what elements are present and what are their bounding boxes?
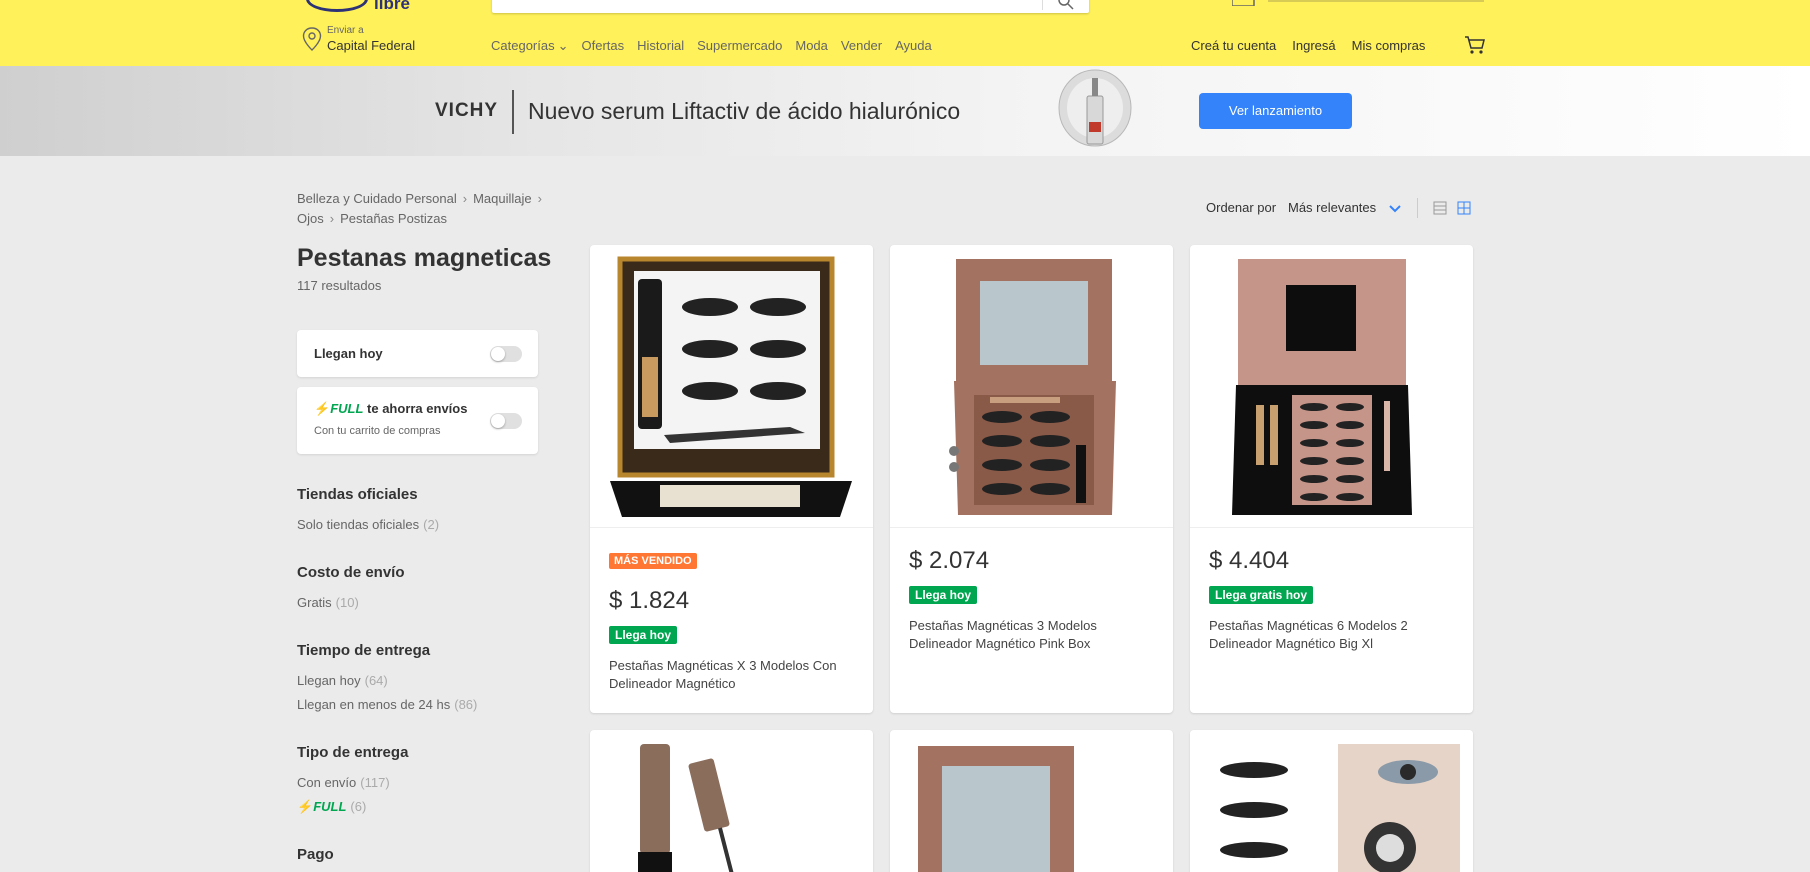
product-image[interactable] [590, 730, 873, 872]
product-price: $ 2.074 [909, 547, 990, 574]
lash-box-image [949, 259, 1116, 515]
breadcrumb-line-2: Ojos › Pestañas Postizas [297, 211, 447, 226]
product-image[interactable] [890, 245, 1173, 528]
product-price: $ 4.404 [1209, 547, 1290, 574]
product-image[interactable] [890, 730, 1173, 872]
nav-ayuda[interactable]: Ayuda [895, 38, 932, 53]
sort-label: Ordenar por [1206, 200, 1277, 215]
results-count: 117 resultados [297, 278, 382, 293]
filter-option[interactable]: Gratis (10) [297, 595, 359, 610]
list-view-icon[interactable] [1433, 201, 1447, 215]
chevron-down-icon[interactable]: ⌄ [558, 38, 569, 53]
serum-bottle-image [1058, 69, 1132, 147]
filter-option[interactable]: Llegan hoy (64) [297, 673, 388, 688]
location-label[interactable]: Enviar a [327, 25, 364, 36]
banner-brand: VICHY [435, 100, 499, 121]
nav-vender[interactable]: Vender [841, 38, 882, 53]
product-title[interactable]: Pestañas Magnéticas 3 Modelos Delineador… [909, 617, 1149, 653]
nav-categorias[interactable]: Categorías [491, 38, 555, 53]
page-title: Pestanas magneticas [297, 244, 552, 272]
search-icon[interactable] [1057, 0, 1075, 10]
filter-section-title: Tiendas oficiales [297, 486, 418, 503]
filter-section-title: Pago [297, 846, 334, 863]
lightning-icon: ⚡ [314, 401, 331, 416]
full-text: te ahorra envíos [367, 401, 468, 416]
filter-section-title: Tipo de entrega [297, 744, 409, 761]
nav-ofertas[interactable]: Ofertas [582, 38, 625, 53]
header-bar: libre Enviar a Capital Federal Categoría… [0, 0, 1810, 66]
product-card[interactable] [590, 730, 873, 872]
breadcrumb-item[interactable]: Ojos [297, 211, 324, 226]
filter-full[interactable]: ⚡FULL te ahorra envíos Con tu carrito de… [297, 387, 538, 454]
banner-text: Nuevo serum Liftactiv de ácido hialuróni… [528, 98, 961, 124]
search-divider [1042, 0, 1043, 10]
shipping-badge: Llega hoy [609, 626, 678, 644]
full-subtext: Con tu carrito de compras [314, 425, 441, 437]
promo-link-icon[interactable] [1232, 0, 1484, 6]
lash-box-image [610, 256, 852, 517]
chevron-right-icon: › [537, 191, 542, 206]
create-account-link[interactable]: Creá tu cuenta [1191, 38, 1276, 53]
product-card[interactable]: $ 2.074 Llega hoy Pestañas Magnéticas 3 … [890, 245, 1173, 713]
full-badge: FULL [330, 401, 364, 416]
breadcrumb-item[interactable]: Maquillaje [473, 191, 532, 206]
filter-section-title: Tiempo de entrega [297, 642, 431, 659]
product-title[interactable]: Pestañas Magnéticas 6 Modelos 2 Delinead… [1209, 617, 1449, 653]
logo-text[interactable]: libre [374, 0, 410, 14]
product-card[interactable] [1190, 730, 1473, 872]
chevron-right-icon: › [462, 191, 468, 206]
main-nav: Categorías ⌄ Ofertas Historial Supermercado M… [491, 38, 945, 54]
banner-divider [512, 90, 514, 134]
filter-option[interactable]: Llegan en menos de 24 hs (86) [297, 697, 477, 712]
filter-full-label: ⚡FULL te ahorra envíos [314, 401, 467, 417]
grid-view-icon[interactable] [1457, 201, 1471, 215]
shipping-badge: Llega hoy [909, 586, 978, 604]
breadcrumb: Belleza y Cuidado Personal › Maquillaje › [297, 191, 548, 206]
account-nav: Creá tu cuenta Ingresá Mis compras [1191, 38, 1441, 53]
breadcrumb-item[interactable]: Belleza y Cuidado Personal [297, 191, 457, 206]
view-divider [1417, 198, 1418, 218]
filter-option[interactable]: Con envío (117) [297, 775, 390, 790]
full-toggle[interactable] [490, 413, 522, 429]
product-image[interactable] [1190, 730, 1473, 872]
nav-moda[interactable]: Moda [795, 38, 828, 53]
cart-icon[interactable] [1464, 34, 1486, 56]
chevron-right-icon: › [329, 211, 335, 226]
lash-box-image [918, 746, 1074, 872]
arrive-today-toggle[interactable] [490, 346, 522, 362]
my-purchases-link[interactable]: Mis compras [1352, 38, 1426, 53]
product-price: $ 1.824 [609, 587, 690, 614]
product-image[interactable] [590, 245, 873, 528]
nav-historial[interactable]: Historial [637, 38, 684, 53]
breadcrumb-item[interactable]: Pestañas Postizas [340, 211, 447, 226]
mascara-image [638, 744, 734, 872]
product-image[interactable] [1190, 245, 1473, 528]
filter-section-title: Costo de envío [297, 564, 405, 581]
product-card[interactable]: $ 4.404 Llega gratis hoy Pestañas Magnét… [1190, 245, 1473, 713]
shipping-badge: Llega gratis hoy [1209, 586, 1314, 604]
banner-cta-button[interactable]: Ver lanzamiento [1199, 93, 1352, 129]
login-link[interactable]: Ingresá [1292, 38, 1335, 53]
location-pin-icon[interactable] [302, 27, 322, 51]
filter-option[interactable]: Solo tiendas oficiales (2) [297, 517, 439, 532]
logo-icon[interactable] [306, 0, 368, 12]
filter-arrive-today-label: Llegan hoy [314, 346, 383, 361]
sort-dropdown[interactable]: Más relevantes [1288, 200, 1376, 215]
product-card[interactable] [890, 730, 1173, 872]
lash-box-image [1232, 259, 1412, 515]
best-seller-badge: MÁS VENDIDO [609, 553, 697, 569]
filter-option[interactable]: ⚡FULL (6) [297, 799, 366, 815]
chevron-down-icon[interactable] [1388, 201, 1402, 215]
product-title[interactable]: Pestañas Magnéticas X 3 Modelos Con Deli… [609, 657, 849, 693]
product-card[interactable]: MÁS VENDIDO $ 1.824 Llega hoy Pestañas M… [590, 245, 873, 713]
lightning-icon: ⚡ [297, 799, 314, 814]
filter-arrive-today[interactable]: Llegan hoy [297, 330, 538, 377]
location-value[interactable]: Capital Federal [327, 38, 415, 53]
search-input[interactable] [492, 0, 1089, 13]
lashes-closeup-image [1190, 730, 1473, 872]
nav-supermercado[interactable]: Supermercado [697, 38, 782, 53]
